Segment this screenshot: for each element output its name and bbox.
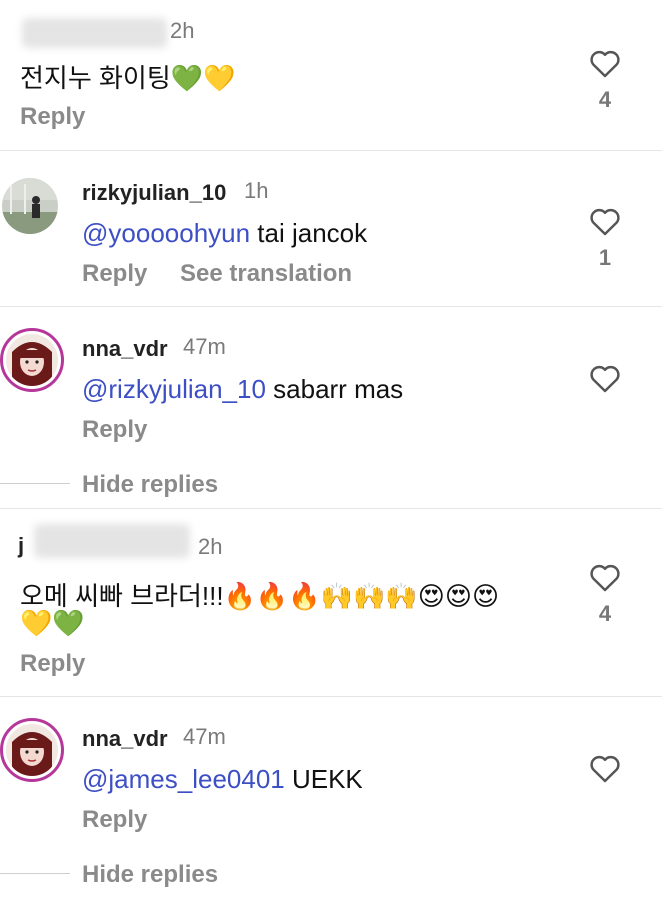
divider [0,696,662,697]
comment-body: UEKK [284,764,363,794]
comment-time: 47m [183,724,226,749]
heart-outline-icon [590,50,620,78]
avatar[interactable] [0,718,64,782]
mention-link[interactable]: @rizkyjulian_10 [82,374,266,404]
like-button[interactable]: 4 [580,562,630,627]
comment-time: 2h [198,534,223,559]
blurred-username [22,18,167,48]
comment-body: sabarr mas [265,374,404,404]
like-count: 4 [598,601,612,626]
username[interactable]: nna_vdr [82,726,168,752]
heart-outline-icon [590,755,620,783]
see-translation-button[interactable]: See translation [180,260,352,288]
avatar[interactable] [0,328,64,392]
replies-divider-line [0,873,70,874]
like-button[interactable] [580,753,630,788]
avatar[interactable] [2,178,58,234]
avatar-illustration-icon [6,334,58,386]
blurred-username [34,524,190,558]
comment-time: 1h [244,178,269,203]
comment-text: 전지누 화이팅💚💛 [20,63,236,93]
comment-time: 47m [183,334,226,359]
avatar-photo-icon [2,178,58,234]
like-button[interactable] [580,363,630,398]
comment-text-line2: 💛💚 [20,608,85,638]
comment-text: 오메 씨빠 브라더!!!🔥🔥🔥🙌🙌🙌😍😍😍 [20,581,500,611]
username[interactable]: rizkyjulian_10 [82,180,226,206]
mention-link[interactable]: @yooooohyun [82,218,250,248]
divider [0,508,662,509]
heart-outline-icon [590,564,620,592]
heart-outline-icon [590,208,620,236]
like-count: 4 [598,87,612,112]
reply-button[interactable]: Reply [82,260,147,288]
like-button[interactable]: 1 [580,206,630,271]
reply-button[interactable]: Reply [82,416,147,444]
reply-button[interactable]: Reply [82,806,147,834]
mention-link[interactable]: @james_lee0401 [82,764,285,794]
replies-divider-line [0,483,70,484]
divider [0,150,662,151]
comment-text: @rizkyjulian_10 sabarr mas [82,374,403,405]
username[interactable]: nna_vdr [82,336,168,362]
reply-button[interactable]: Reply [20,650,85,678]
divider [0,306,662,307]
hide-replies-button[interactable]: Hide replies [82,861,218,889]
avatar-illustration-icon [6,724,58,776]
heart-outline-icon [590,365,620,393]
like-button[interactable]: 4 [580,48,630,113]
reply-button[interactable]: Reply [20,103,85,131]
username-partial[interactable]: j [18,533,24,559]
hide-replies-button[interactable]: Hide replies [82,471,218,499]
like-count: 1 [598,245,612,270]
comment-time: 2h [170,18,195,43]
comment-text: @james_lee0401 UEKK [82,764,363,795]
comment-text: @yooooohyun tai jancok [82,218,367,249]
comment-body: tai jancok [250,218,368,248]
